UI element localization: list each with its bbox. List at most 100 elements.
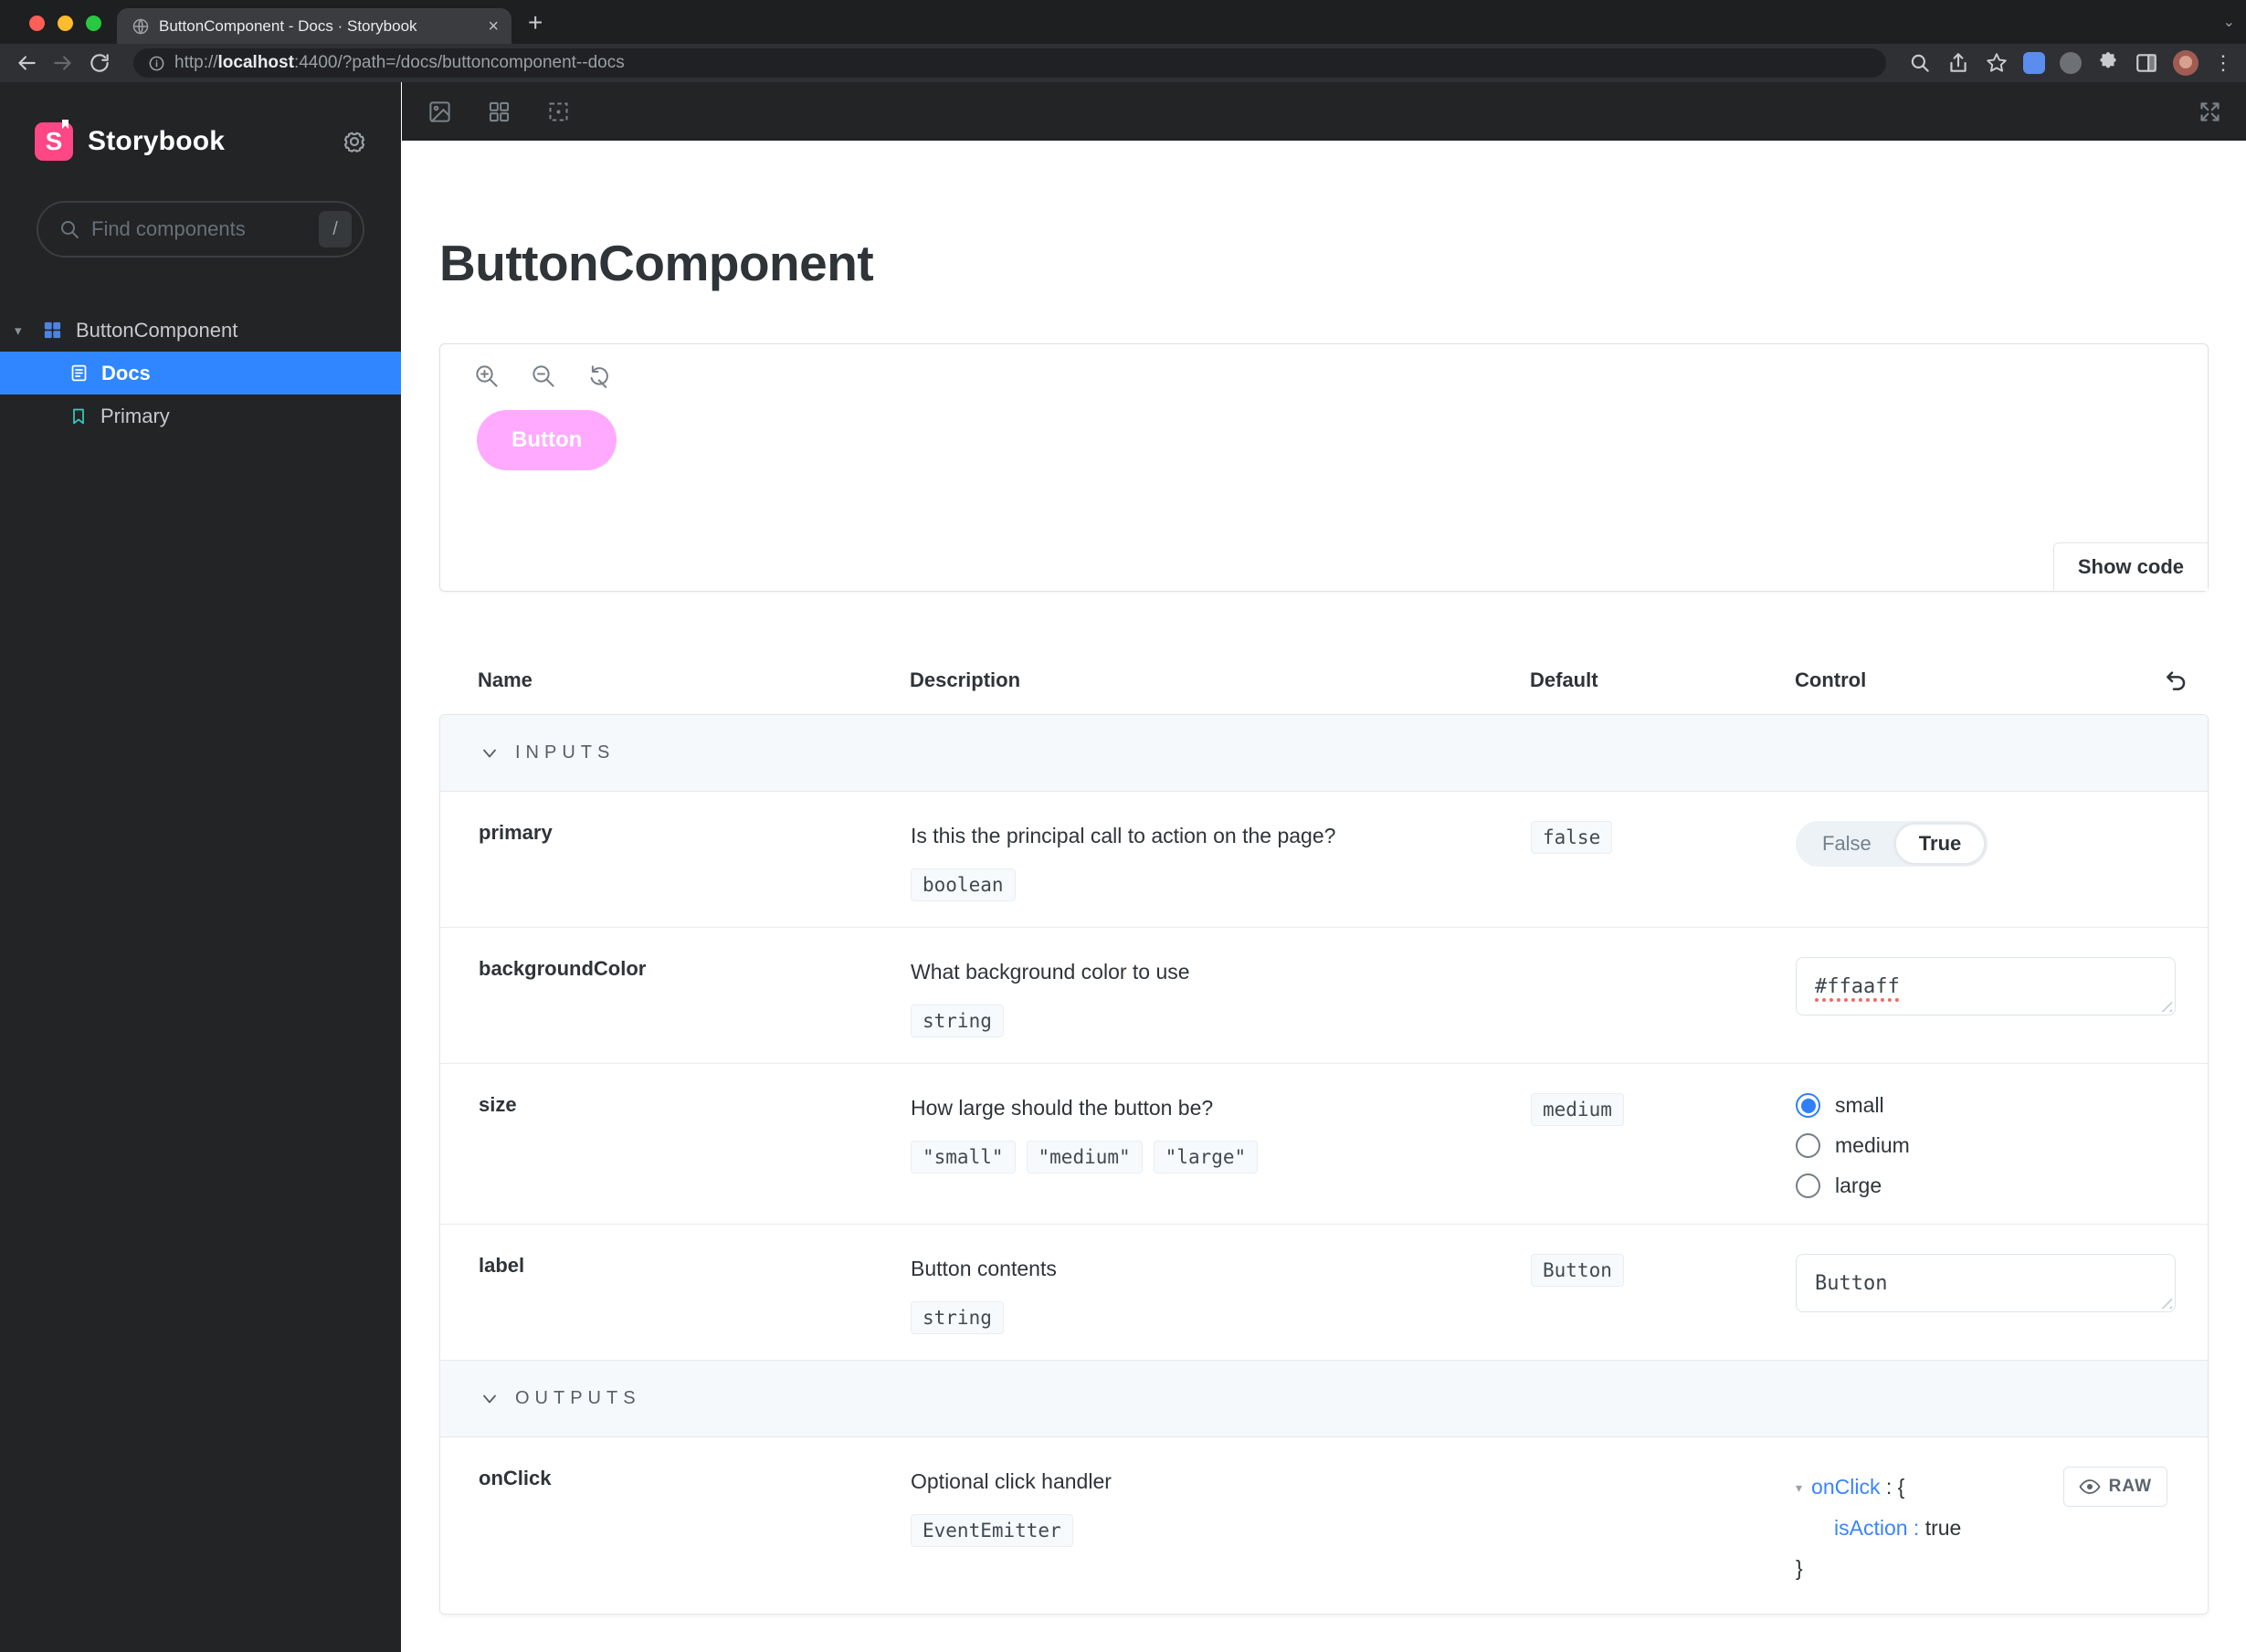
zoom-page-icon[interactable] (1908, 51, 1932, 75)
story-canvas: Button Show code (439, 343, 2209, 592)
sidebar-tree: ▾ ButtonComponent Docs Primary (0, 309, 401, 437)
page-title: ButtonComponent (439, 235, 874, 291)
section-inputs[interactable]: INPUTS (440, 715, 2208, 792)
default-badge: medium (1531, 1093, 1624, 1126)
column-header-control: Control (1795, 668, 1867, 691)
storybook-app: S Storybook / ▾ (0, 82, 2246, 1652)
extensions-puzzle-icon[interactable] (2096, 51, 2120, 75)
sidebar-item-buttoncomponent[interactable]: ▾ ButtonComponent (0, 309, 401, 352)
section-label: OUTPUTS (515, 1388, 641, 1408)
toggle-option-false[interactable]: False (1798, 824, 1895, 864)
background-image-icon[interactable] (427, 100, 452, 124)
arg-name: label (479, 1254, 525, 1277)
browser-chrome: ButtonComponent - Docs · Storybook × + ⌄… (0, 0, 2246, 82)
zoom-window-button[interactable] (86, 16, 101, 31)
arg-description: What background color to use (911, 960, 1190, 984)
reset-controls-icon[interactable] (2159, 667, 2188, 696)
sidebar-item-primary[interactable]: Primary (0, 395, 401, 437)
browser-tab[interactable]: ButtonComponent - Docs · Storybook × (117, 8, 511, 44)
brand-title[interactable]: Storybook (88, 126, 225, 157)
minimize-window-button[interactable] (58, 16, 73, 31)
type-badge: "medium" (1026, 1141, 1143, 1173)
zoom-reset-icon[interactable] (586, 363, 614, 390)
caret-down-icon[interactable]: ▾ (15, 322, 29, 339)
tab-close-icon[interactable]: × (488, 17, 499, 36)
share-icon[interactable] (1946, 51, 1970, 75)
type-badge: "small" (911, 1141, 1016, 1173)
storybook-logo: S (35, 122, 73, 161)
close-window-button[interactable] (29, 16, 45, 31)
extension-icon-2[interactable] (2060, 52, 2082, 74)
gear-icon[interactable] (341, 128, 368, 155)
reload-icon[interactable] (88, 51, 111, 75)
section-label: INPUTS (515, 742, 616, 763)
arg-row-primary: primary Is this the principal call to ac… (440, 792, 2208, 928)
bookmark-icon (73, 408, 84, 424)
arg-name: backgroundColor (479, 957, 647, 980)
sidebar-item-docs[interactable]: Docs (0, 352, 401, 395)
type-badge: string (911, 1301, 1004, 1334)
forward-icon[interactable] (51, 51, 75, 75)
tab-search-chevron-icon[interactable]: ⌄ (2223, 13, 2235, 31)
boolean-toggle[interactable]: False True (1796, 821, 1988, 867)
window-controls[interactable] (29, 16, 101, 31)
search-box[interactable]: / (37, 201, 364, 258)
size-radio-group: small medium large (1796, 1093, 2208, 1198)
radio-icon[interactable] (1796, 1173, 1820, 1198)
object-line-2: isAction : true (1834, 1516, 1962, 1540)
radio-option-small[interactable]: small (1796, 1093, 2208, 1118)
arg-description: Button contents (911, 1257, 1057, 1280)
bookmark-star-icon[interactable] (1985, 51, 2009, 75)
extension-icon-1[interactable] (2023, 52, 2045, 74)
story-preview-row: Button (440, 408, 2208, 470)
column-header-name: Name (478, 668, 533, 691)
back-icon[interactable] (15, 51, 38, 75)
search-shortcut-key: / (319, 211, 352, 247)
caret-down-icon[interactable]: ▾ (1796, 1480, 1802, 1495)
component-grid-icon (44, 321, 61, 339)
url-text: http://localhost:4400/?path=/docs/button… (174, 53, 625, 72)
tab-strip: ButtonComponent - Docs · Storybook × + ⌄ (0, 0, 2246, 44)
object-control: ▾ onClick : { isAction : true } RAW (1757, 1437, 2208, 1614)
radio-option-medium[interactable]: medium (1796, 1133, 2208, 1158)
radio-option-large[interactable]: large (1796, 1173, 2208, 1198)
raw-toggle-button[interactable]: RAW (2062, 1467, 2167, 1507)
search-input[interactable] (91, 217, 308, 241)
object-line-3: } (1796, 1556, 1803, 1580)
measure-outline-icon[interactable] (546, 100, 571, 124)
arg-name: primary (479, 821, 553, 844)
backgroundcolor-input[interactable]: #ffaaff (1796, 957, 2176, 1015)
profile-avatar[interactable] (2173, 50, 2199, 76)
screen: ButtonComponent - Docs · Storybook × + ⌄… (0, 0, 2246, 1652)
arg-row-backgroundcolor: backgroundColor What background color to… (440, 928, 2208, 1064)
manager-toolbar (402, 82, 2246, 141)
search-icon (61, 221, 79, 238)
chevron-down-icon (483, 749, 496, 757)
fullscreen-icon[interactable] (2198, 100, 2222, 124)
browser-menu-icon[interactable]: ⋮ (2213, 53, 2233, 73)
show-code-button[interactable]: Show code (2052, 542, 2208, 591)
label-input[interactable]: Button (1796, 1254, 2176, 1312)
main-area: ButtonComponent Button Show code Name De… (401, 82, 2246, 1652)
zoom-in-icon[interactable] (473, 363, 501, 390)
side-panel-icon[interactable] (2135, 51, 2158, 75)
radio-selected-icon[interactable] (1796, 1093, 1820, 1118)
preview-button[interactable]: Button (477, 410, 617, 470)
grid-overlay-icon[interactable] (487, 100, 511, 124)
sidebar-header: S Storybook (0, 82, 401, 161)
toggle-option-true[interactable]: True (1894, 824, 1986, 864)
url-bar[interactable]: http://localhost:4400/?path=/docs/button… (133, 48, 1886, 78)
radio-icon[interactable] (1796, 1133, 1820, 1158)
new-tab-button[interactable]: + (528, 7, 543, 38)
type-badge: boolean (911, 868, 1016, 901)
column-header-description: Description (910, 668, 1021, 691)
section-outputs[interactable]: OUTPUTS (440, 1361, 2208, 1437)
column-header-default: Default (1530, 668, 1598, 691)
arg-description: Is this the principal call to action on … (911, 824, 1336, 847)
sidebar-item-label: ButtonComponent (76, 318, 238, 342)
arg-row-onclick: onClick Optional click handler EventEmit… (440, 1437, 2208, 1614)
zoom-out-icon[interactable] (530, 363, 557, 390)
eye-icon (2079, 1479, 2101, 1494)
arg-row-size: size How large should the button be? "sm… (440, 1064, 2208, 1225)
site-info-icon[interactable] (148, 55, 165, 72)
